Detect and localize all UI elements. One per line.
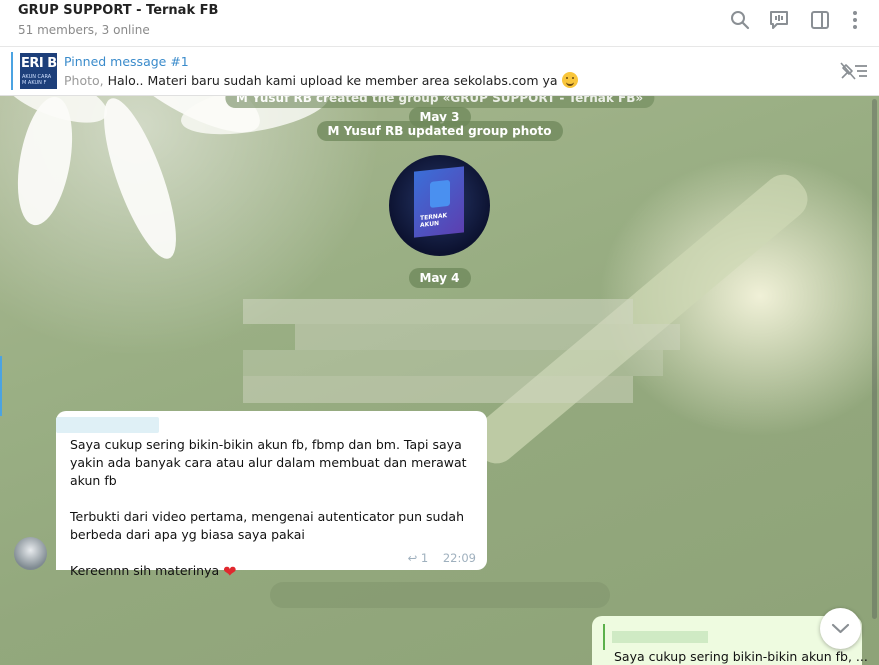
product-box-text: TERNAK AKUN [420,212,448,229]
product-box-fb-shape [430,179,450,208]
left-edge-indicator [0,356,2,416]
message-paragraph: Terbukti dari video pertama, mengenai au… [70,509,465,542]
reply-quote-bar [603,624,605,650]
pinned-title: Pinned message #1 [64,54,189,69]
reply-quote-name-redacted [612,631,708,643]
voice-chat-icon[interactable] [768,9,790,31]
search-icon[interactable] [729,9,751,31]
scroll-down-button[interactable] [820,608,861,649]
thumbnail-text: ERI B [21,56,57,71]
heart-icon: ❤ [223,562,237,581]
sidebar-icon[interactable] [809,9,831,31]
message-paragraph: Saya cukup sering bikin-bikin akun fb, f… [70,437,467,488]
unpin-icon[interactable] [840,61,868,81]
smile-emoji-icon [561,72,578,88]
pinned-thumbnail: ERI B AKUN CARA M AKUN F [20,53,57,89]
thumbnail-small-text: AKUN CARA M AKUN F [22,74,52,86]
avatar[interactable] [14,537,47,570]
reply-icon[interactable]: ↩ [408,551,418,565]
chat-area[interactable]: M Yusuf RB created the group «GRUP SUPPO… [0,96,879,665]
group-photo[interactable]: TERNAK AKUN [389,155,490,256]
scrollbar[interactable] [872,99,877,619]
blurred-content [295,324,680,350]
message-time: 22:09 [442,551,476,565]
message-bubble[interactable]: Saya cukup sering bikin-bikin akun fb, f… [56,411,487,580]
pinned-text: Photo, Halo.. Materi baru sudah kami upl… [64,72,578,88]
blurred-service-message [270,582,610,608]
blurred-content [243,299,633,324]
pinned-prefix: Photo, [64,73,104,88]
message-meta: ↩ 1 22:09 [408,551,476,565]
background-petal [89,96,191,267]
chevron-down-icon [831,623,850,634]
more-icon[interactable] [844,9,866,31]
sender-name-redacted[interactable] [56,417,159,433]
outgoing-message-text: Saya cukup sering bikin-bikin akun fb, .… [614,649,868,664]
chat-header[interactable]: GRUP SUPPORT - Ternak FB 51 members, 3 o… [0,0,879,47]
chat-title[interactable]: GRUP SUPPORT - Ternak FB [18,3,218,18]
pinned-body: Halo.. Materi baru sudah kami upload ke … [107,73,558,88]
blurred-content [243,350,663,376]
date-separator: May 4 [408,268,471,288]
pinned-message-bar[interactable]: ERI B AKUN CARA M AKUN F Pinned message … [0,47,879,96]
product-box-image: TERNAK AKUN [414,166,464,238]
message-paragraph-text: Kereennn sih materinya [70,563,220,578]
service-photo-updated: M Yusuf RB updated group photo [316,121,563,141]
reply-count[interactable]: 1 [421,551,428,565]
pinned-indicator [11,52,13,90]
blurred-content [243,376,633,403]
chat-subtitle: 51 members, 3 online [18,23,150,37]
